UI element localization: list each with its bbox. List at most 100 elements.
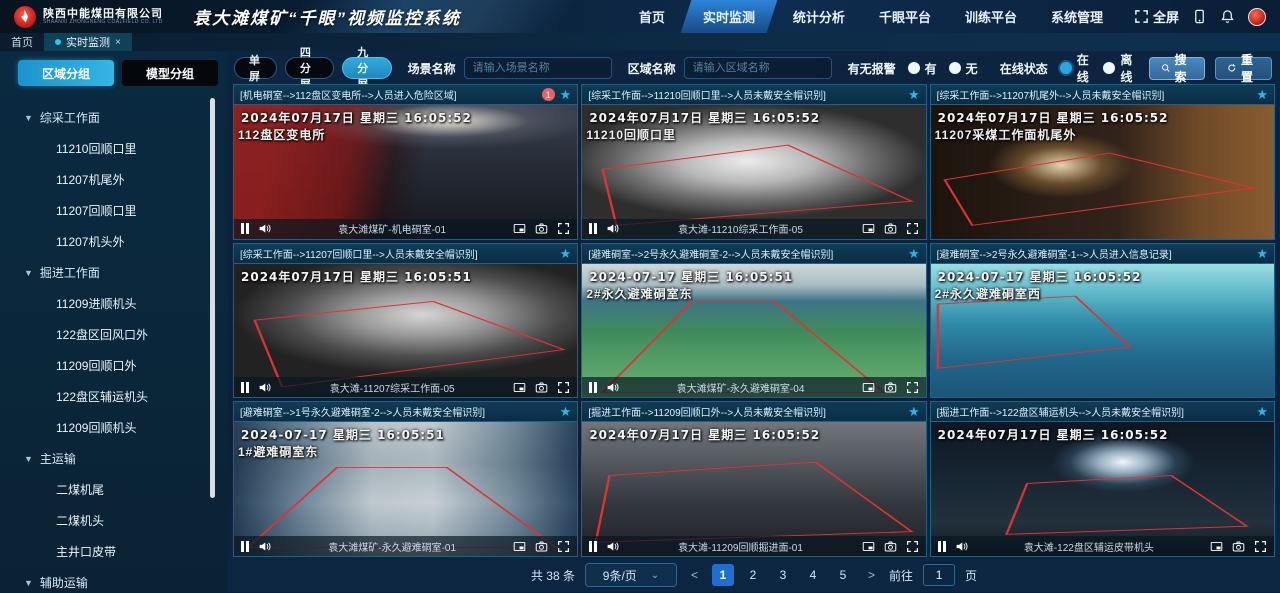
favorite-star-icon[interactable]: ★ bbox=[1256, 247, 1268, 260]
page-number-button[interactable]: 2 bbox=[742, 564, 764, 586]
speaker-icon[interactable] bbox=[258, 540, 271, 553]
snapshot-camera-icon[interactable] bbox=[1232, 540, 1245, 553]
pause-icon[interactable] bbox=[938, 541, 946, 552]
radio-label[interactable]: 离线 bbox=[1120, 51, 1135, 85]
pause-icon[interactable] bbox=[589, 382, 597, 393]
speaker-icon[interactable] bbox=[606, 540, 619, 553]
speaker-icon[interactable] bbox=[606, 222, 619, 235]
video-viewport[interactable]: 2024-07-17 星期三 16:05:51 1#避难硐室东 袁大滩煤矿-永久… bbox=[234, 422, 577, 556]
sidebar-tab[interactable]: 区域分组 bbox=[18, 60, 114, 86]
snapshot-camera-icon[interactable] bbox=[535, 222, 548, 235]
tree-item-camera-group[interactable]: 二煤机头 bbox=[0, 505, 228, 536]
tree-item-camera-group[interactable]: 11209回顺口外 bbox=[0, 350, 228, 381]
fullscreen-icon[interactable] bbox=[557, 540, 570, 553]
tree-group-header[interactable]: ▼ 主运输 bbox=[0, 443, 228, 474]
tree-item-camera-group[interactable]: 122盘区辅运机头 bbox=[0, 381, 228, 412]
radio-label[interactable]: 有 bbox=[925, 60, 937, 77]
radio-label[interactable]: 无 bbox=[966, 60, 978, 77]
page-size-select[interactable]: 9条/页 ⌄ bbox=[585, 563, 677, 587]
video-viewport[interactable]: 2024-07-17 星期三 16:05:51 2#永久避难硐室东 袁大滩煤矿-… bbox=[582, 264, 925, 398]
picture-in-picture-icon[interactable] bbox=[513, 540, 526, 553]
radio-button[interactable] bbox=[1103, 62, 1115, 74]
video-viewport[interactable]: 2024年07月17日 星期三 16:05:52 袁大滩-11209回顺掘进面-… bbox=[582, 422, 925, 556]
snapshot-camera-icon[interactable] bbox=[535, 540, 548, 553]
radio-button[interactable] bbox=[1060, 62, 1072, 74]
snapshot-camera-icon[interactable] bbox=[884, 381, 897, 394]
favorite-star-icon[interactable]: ★ bbox=[560, 405, 572, 418]
tree-item-camera-group[interactable]: 11210回顺口里 bbox=[0, 133, 228, 164]
favorite-star-icon[interactable]: ★ bbox=[908, 247, 920, 260]
notification-bell-icon[interactable] bbox=[1220, 9, 1235, 24]
tree-item-camera-group[interactable]: 122盘区回风口外 bbox=[0, 319, 228, 350]
fullscreen-icon[interactable] bbox=[557, 381, 570, 394]
radio-button[interactable] bbox=[908, 62, 920, 74]
radio-button[interactable] bbox=[949, 62, 961, 74]
fullscreen-icon[interactable] bbox=[906, 540, 919, 553]
tree-item-camera-group[interactable]: 11207机尾外 bbox=[0, 164, 228, 195]
tree-item-camera-group[interactable]: 11207机头外 bbox=[0, 226, 228, 257]
favorite-star-icon[interactable]: ★ bbox=[560, 247, 572, 260]
prev-page-button[interactable]: < bbox=[687, 568, 702, 582]
pause-icon[interactable] bbox=[241, 382, 249, 393]
video-viewport[interactable]: 2024年07月17日 星期三 16:05:51 袁大滩-11207综采工作面-… bbox=[234, 264, 577, 398]
page-number-button[interactable]: 1 bbox=[712, 564, 734, 586]
fullscreen-icon[interactable] bbox=[906, 381, 919, 394]
picture-in-picture-icon[interactable] bbox=[513, 222, 526, 235]
page-number-button[interactable]: 3 bbox=[772, 564, 794, 586]
nav-item-link[interactable]: 训练平台 bbox=[948, 0, 1034, 33]
page-tab[interactable]: 实时监测 × bbox=[44, 33, 132, 51]
speaker-icon[interactable] bbox=[258, 222, 271, 235]
screen-layout-button[interactable]: 四分屏 bbox=[285, 57, 334, 79]
picture-in-picture-icon[interactable] bbox=[862, 540, 875, 553]
screen-layout-button[interactable]: 九分屏 bbox=[342, 57, 391, 79]
fullscreen-icon[interactable] bbox=[1254, 540, 1267, 553]
snapshot-camera-icon[interactable] bbox=[535, 381, 548, 394]
snapshot-camera-icon[interactable] bbox=[884, 222, 897, 235]
fullscreen-icon[interactable] bbox=[906, 222, 919, 235]
video-viewport[interactable]: 2024年07月17日 星期三 16:05:52 11207采煤工作面机尾外 bbox=[931, 105, 1274, 239]
tree-group-header[interactable]: ▼ 综采工作面 bbox=[0, 102, 228, 133]
tree-item-camera-group[interactable]: 主井口皮带 bbox=[0, 536, 228, 567]
favorite-star-icon[interactable]: ★ bbox=[1256, 88, 1268, 101]
page-number-button[interactable]: 5 bbox=[832, 564, 854, 586]
video-viewport[interactable]: 2024年07月17日 星期三 16:05:52 袁大滩-122盘区辅运皮带机头 bbox=[931, 422, 1274, 556]
fullscreen-toggle[interactable]: 全屏 bbox=[1134, 7, 1179, 26]
tree-group-header[interactable]: ▼ 辅助运输 bbox=[0, 567, 228, 593]
reset-button[interactable]: 重置 bbox=[1215, 57, 1272, 80]
region-name-input[interactable] bbox=[684, 57, 832, 79]
mobile-app-icon[interactable] bbox=[1192, 9, 1207, 24]
speaker-icon[interactable] bbox=[258, 381, 271, 394]
video-viewport[interactable]: 2024年07月17日 星期三 16:05:52 112盘区变电所 袁大滩煤矿-… bbox=[234, 105, 577, 239]
pause-icon[interactable] bbox=[241, 541, 249, 552]
sidebar-tab[interactable]: 模型分组 bbox=[122, 60, 218, 86]
goto-page-input[interactable] bbox=[923, 564, 955, 586]
video-viewport[interactable]: 2024-07-17 星期三 16:05:52 2#永久避难硐室西 bbox=[931, 264, 1274, 398]
scene-name-input[interactable] bbox=[464, 57, 612, 79]
picture-in-picture-icon[interactable] bbox=[862, 222, 875, 235]
tree-item-camera-group[interactable]: 11209回顺机头 bbox=[0, 412, 228, 443]
video-viewport[interactable]: 2024年07月17日 星期三 16:05:52 11210回顺口里 袁大滩-1… bbox=[582, 105, 925, 239]
fullscreen-icon[interactable] bbox=[557, 222, 570, 235]
picture-in-picture-icon[interactable] bbox=[862, 381, 875, 394]
speaker-icon[interactable] bbox=[955, 540, 968, 553]
tree-group-header[interactable]: ▼ 掘进工作面 bbox=[0, 257, 228, 288]
nav-item-link[interactable]: 首页 bbox=[622, 0, 682, 33]
screen-layout-button[interactable]: 单屏 bbox=[234, 57, 277, 79]
nav-item-active[interactable]: 实时监测 bbox=[681, 0, 778, 33]
pause-icon[interactable] bbox=[589, 223, 597, 234]
nav-item-link[interactable]: 千眼平台 bbox=[862, 0, 948, 33]
next-page-button[interactable]: > bbox=[864, 568, 879, 582]
page-number-button[interactable]: 4 bbox=[802, 564, 824, 586]
tab-close-icon[interactable]: × bbox=[115, 37, 121, 48]
nav-item-link[interactable]: 统计分析 bbox=[776, 0, 862, 33]
favorite-star-icon[interactable]: ★ bbox=[908, 405, 920, 418]
picture-in-picture-icon[interactable] bbox=[1210, 540, 1223, 553]
pause-icon[interactable] bbox=[589, 541, 597, 552]
pause-icon[interactable] bbox=[241, 223, 249, 234]
radio-label[interactable]: 在线 bbox=[1077, 51, 1092, 85]
speaker-icon[interactable] bbox=[606, 381, 619, 394]
nav-item-link[interactable]: 系统管理 bbox=[1034, 0, 1120, 33]
user-avatar[interactable] bbox=[1248, 8, 1266, 26]
favorite-star-icon[interactable]: ★ bbox=[908, 88, 920, 101]
search-button[interactable]: 搜索 bbox=[1149, 57, 1206, 80]
